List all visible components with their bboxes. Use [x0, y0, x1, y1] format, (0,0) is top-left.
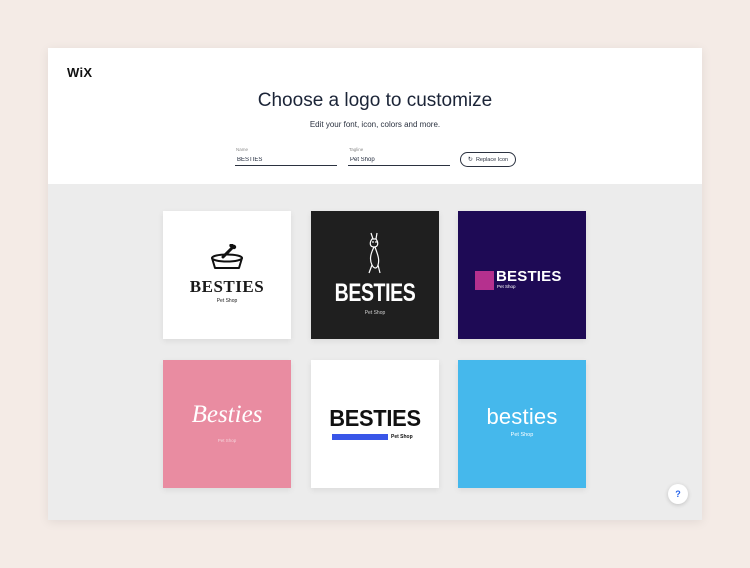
help-button[interactable]: ? [668, 484, 688, 504]
logo-name: besties [486, 404, 558, 429]
logo-tagline: Pet Shop [217, 438, 237, 443]
page-title: Choose a logo to customize [257, 90, 493, 111]
tagline-input[interactable] [348, 155, 450, 166]
logo-name: BESTIES [496, 268, 562, 285]
logo-maker-window: WiX Choose a logo to customize Edit your… [48, 48, 702, 520]
logo-name: BESTIES [334, 279, 416, 307]
name-label: Name [236, 147, 249, 152]
logo-card[interactable]: BESTIES Pet Shop [311, 211, 439, 339]
logo-tagline: Pet Shop [216, 298, 238, 304]
logo-name: Besties [191, 401, 263, 428]
tagline-field: Tagline [348, 147, 450, 167]
wix-logo[interactable]: WiX [67, 65, 92, 80]
tagline-label: Tagline [349, 147, 364, 152]
logo-card[interactable]: Besties Pet Shop [163, 360, 291, 488]
logo-card[interactable]: BESTIES Pet Shop [311, 360, 439, 488]
accent-bar [332, 434, 388, 440]
name-input[interactable] [235, 155, 337, 166]
logo-tagline: Pet Shop [364, 310, 386, 316]
pet-bowl-icon [211, 244, 243, 269]
dog-illustration-icon [368, 232, 381, 274]
logo-name: BESTIES [189, 277, 265, 296]
logo-tagline: Pet Shop [497, 284, 516, 289]
replace-icon-button[interactable]: ↻ Replace Icon [460, 152, 516, 167]
replace-icon-label: Replace Icon [475, 156, 509, 163]
logo-card[interactable]: BESTIES Pet Shop [458, 211, 586, 339]
logo-tagline: Pet Shop [510, 432, 534, 438]
accent-square [475, 271, 494, 290]
page-subtitle: Edit your font, icon, colors and more. [309, 120, 441, 129]
logo-card[interactable]: besties Pet Shop [458, 360, 586, 488]
logo-card[interactable]: BESTIES Pet Shop [163, 211, 291, 339]
header: WiX Choose a logo to customize Edit your… [48, 48, 702, 184]
logo-tagline: Pet Shop [391, 434, 413, 440]
replace-icon: ↻ [467, 156, 473, 163]
logo-name: BESTIES [329, 405, 421, 431]
name-field: Name [235, 147, 337, 167]
